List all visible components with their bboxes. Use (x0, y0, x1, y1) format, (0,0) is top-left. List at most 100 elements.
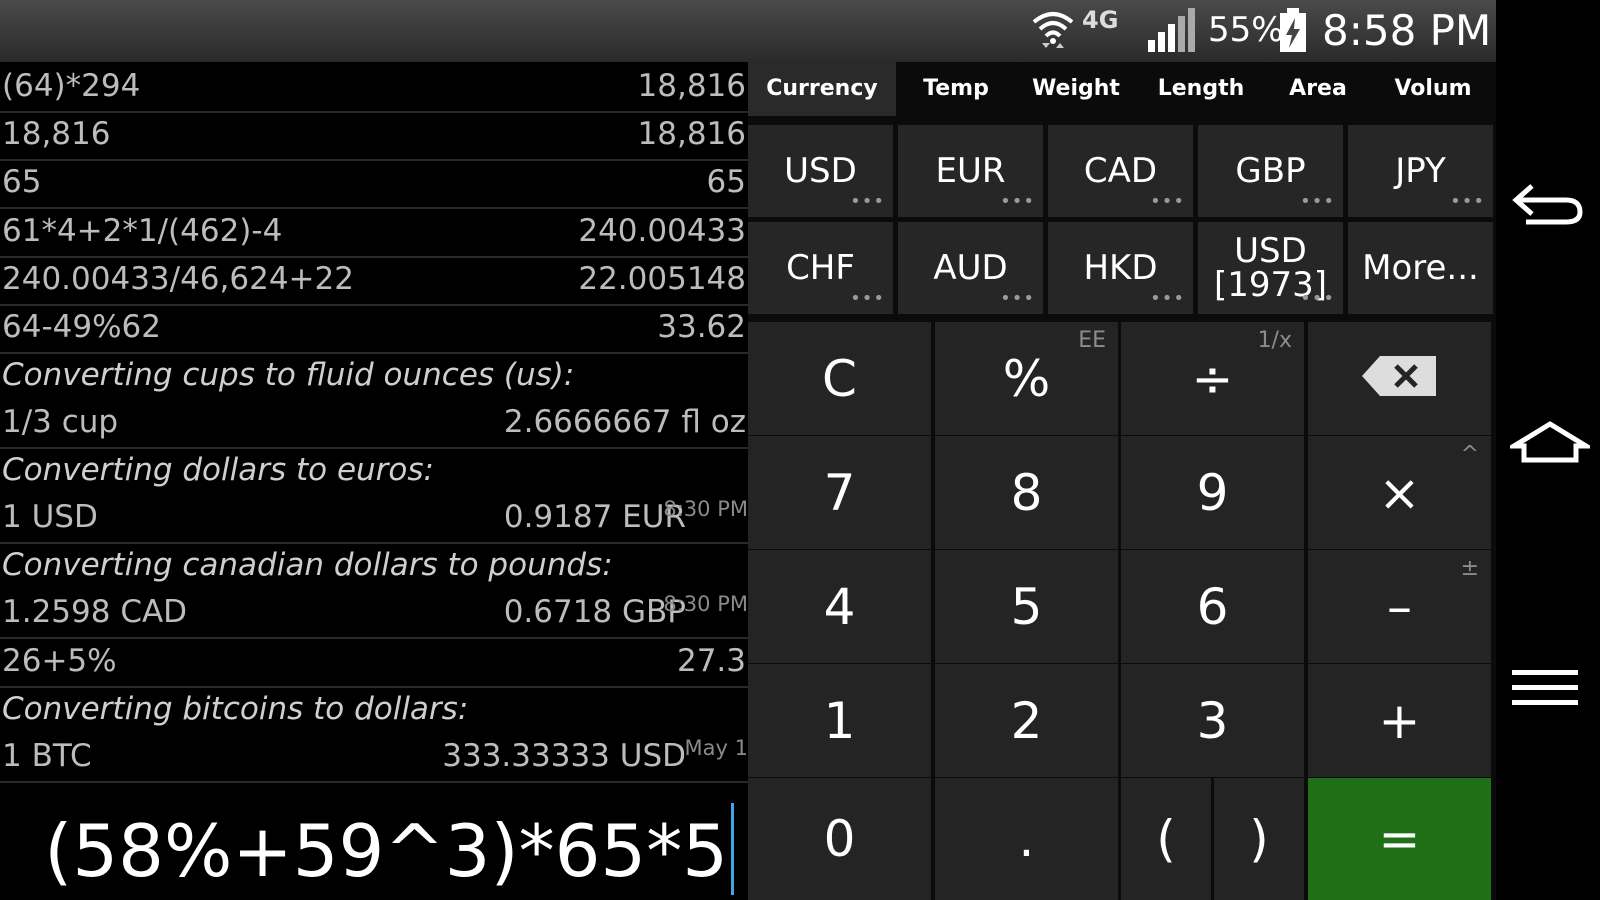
history-timestamp: 8:30 PM (663, 497, 748, 521)
key-label: ÷ (1191, 349, 1234, 408)
key-label: 8 (1010, 463, 1043, 522)
history-expression: 64-49%62 (2, 309, 161, 345)
more-options-icon: ••• (1300, 191, 1335, 212)
currency-eur-button[interactable]: EUR ••• (898, 125, 1043, 217)
currency-hkd-button[interactable]: HKD ••• (1048, 222, 1193, 314)
menu-icon[interactable] (1510, 668, 1586, 712)
history-row[interactable]: (64)*294 18,816 (0, 62, 748, 113)
conversion-note-text: Converting bitcoins to dollars: (2, 691, 469, 727)
digit-8-button[interactable]: 8 (935, 436, 1118, 549)
digit-3-button[interactable]: 3 (1121, 664, 1304, 777)
history-result: 65 (706, 164, 746, 200)
plus-button[interactable]: + (1308, 664, 1491, 777)
history-row[interactable]: 65 65 (0, 158, 748, 209)
tab-currency[interactable]: Currency (748, 62, 896, 116)
currency-aud-button[interactable]: AUD ••• (898, 222, 1043, 314)
tab-temp[interactable]: Temp (896, 62, 1016, 116)
key-label: × (1378, 463, 1421, 522)
digit-6-button[interactable]: 6 (1121, 550, 1304, 663)
conversion-note-text: Converting dollars to euros: (2, 452, 434, 488)
history-result: 18,816 (637, 68, 746, 104)
history-result: 333.33333 USD (442, 738, 686, 774)
minus-button[interactable]: – ± (1308, 550, 1491, 663)
keypad-panel: Currency Temp Weight Length Area Volum U… (748, 62, 1496, 900)
currency-cad-button[interactable]: CAD ••• (1048, 125, 1193, 217)
tab-volume[interactable]: Volum (1370, 62, 1496, 116)
digit-2-button[interactable]: 2 (935, 664, 1118, 777)
history-row[interactable]: 26+5% 27.3 (0, 637, 748, 688)
history-result: 18,816 (637, 116, 746, 152)
percent-button[interactable]: % EE (935, 322, 1118, 435)
history-row[interactable]: 240.00433/46,624+22 22.005148 (0, 255, 748, 306)
history-result: 0.9187 EUR (503, 499, 686, 535)
key-label: C (822, 349, 857, 408)
history-expression: 65 (2, 164, 42, 200)
divide-button[interactable]: ÷ 1/x (1121, 322, 1304, 435)
key-label: 5 (1010, 577, 1043, 636)
currency-label: CAD (1083, 151, 1158, 191)
history-result: 33.62 (657, 309, 746, 345)
digit-0-button[interactable]: 0 (748, 778, 931, 900)
more-options-icon: ••• (1450, 191, 1485, 212)
digit-4-button[interactable]: 4 (748, 550, 931, 663)
conversion-note-text: Converting cups to fluid ounces (us): (2, 357, 575, 393)
backspace-button[interactable] (1308, 322, 1491, 435)
currency-jpy-button[interactable]: JPY ••• (1348, 125, 1493, 217)
digit-5-button[interactable]: 5 (935, 550, 1118, 663)
currency-label: GBP (1235, 151, 1306, 191)
tab-weight[interactable]: Weight (1016, 62, 1136, 116)
currency-gbp-button[interactable]: GBP ••• (1198, 125, 1343, 217)
history-row[interactable]: 1/3 cup 2.6666667 fl oz (0, 398, 748, 449)
history-row[interactable]: 1 USD 0.9187 EUR 8:30 PM (0, 493, 748, 544)
close-paren-button[interactable]: ) (1214, 778, 1304, 900)
more-options-icon: ••• (850, 288, 885, 309)
history-row[interactable]: 1.2598 CAD 0.6718 GBP 8:30 PM (0, 588, 748, 639)
backspace-icon (1361, 350, 1438, 408)
tab-length[interactable]: Length (1136, 62, 1266, 116)
currency-chf-button[interactable]: CHF ••• (748, 222, 893, 314)
more-options-icon: ••• (1000, 288, 1035, 309)
clear-button[interactable]: C (748, 322, 931, 435)
history-expression: 1 USD (2, 499, 98, 535)
open-paren-button[interactable]: ( (1121, 778, 1211, 900)
conversion-note: Converting bitcoins to dollars: (0, 685, 748, 734)
home-icon[interactable] (1505, 420, 1595, 470)
signal-strength-icon (1148, 8, 1196, 58)
more-options-icon: ••• (1150, 288, 1185, 309)
digit-7-button[interactable]: 7 (748, 436, 931, 549)
currency-usd-button[interactable]: USD ••• (748, 125, 893, 217)
decimal-point-button[interactable]: . (935, 778, 1118, 900)
history-result: 22.005148 (578, 261, 746, 297)
history-row[interactable]: 18,816 18,816 (0, 110, 748, 161)
key-label: 1 (823, 691, 856, 750)
currency-usd-1973-button[interactable]: USD [1973] ••• (1198, 222, 1343, 314)
expression-input-text[interactable]: (58%+59^3)*65*5 (44, 809, 728, 893)
history-row[interactable]: 61*4+2*1/(462)-4 240.00433 (0, 207, 748, 258)
battery-icon (1278, 8, 1308, 58)
digit-1-button[interactable]: 1 (748, 664, 931, 777)
history-result: 240.00433 (578, 213, 746, 249)
digit-9-button[interactable]: 9 (1121, 436, 1304, 549)
history-expression: (64)*294 (2, 68, 141, 104)
history-expression: 1/3 cup (2, 404, 119, 440)
key-label: 7 (823, 463, 856, 522)
conversion-note-text: Converting canadian dollars to pounds: (2, 547, 613, 583)
history-row[interactable]: 64-49%62 33.62 (0, 303, 748, 354)
key-label: ) (1249, 810, 1269, 868)
equals-button[interactable]: = (1308, 778, 1491, 900)
key-label: 0 (823, 810, 856, 868)
key-label: % (1002, 349, 1051, 408)
currency-label: USD (784, 151, 857, 191)
tab-area[interactable]: Area (1266, 62, 1370, 116)
expression-input[interactable]: (58%+59^3)*65*5 (0, 795, 748, 900)
history-timestamp: May 1 (684, 736, 748, 760)
history-row[interactable]: 1 BTC 333.33333 USD May 1 (0, 732, 748, 783)
back-arrow-icon[interactable] (1510, 180, 1586, 232)
currency-more-button[interactable]: More... (1348, 222, 1493, 314)
calculation-history[interactable]: (64)*294 18,816 18,816 18,816 65 65 61*4… (0, 62, 748, 795)
multiply-button[interactable]: × ^ (1308, 436, 1491, 549)
conversion-note: Converting dollars to euros: (0, 446, 748, 495)
key-label: 9 (1196, 463, 1229, 522)
key-label: ( (1156, 810, 1176, 868)
more-options-icon: ••• (850, 191, 885, 212)
